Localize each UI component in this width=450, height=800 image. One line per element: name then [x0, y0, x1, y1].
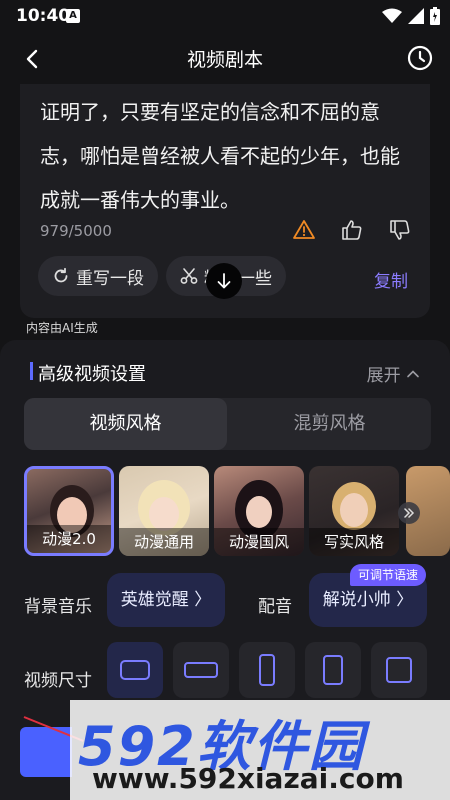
music-label: 背景音乐: [24, 597, 92, 617]
size-option[interactable]: [239, 642, 295, 698]
status-bar: 10:40 A: [0, 0, 450, 32]
speed-adjustable-badge: 可调节语速: [350, 564, 427, 586]
double-chevron-right-icon: [404, 508, 415, 518]
size-option[interactable]: [107, 642, 163, 698]
tab-video-style[interactable]: 视频风格: [24, 398, 227, 450]
more-styles-button[interactable]: [398, 502, 420, 524]
script-line: 证明了，只要有坚定的信念和不屈的意: [40, 100, 380, 124]
copy-button[interactable]: 复制: [374, 267, 408, 292]
style-label: 动漫国风: [214, 528, 304, 556]
script-line: 成就一番伟大的事业。: [40, 188, 240, 212]
style-thumbnail[interactable]: 动漫国风: [214, 466, 304, 556]
style-thumbnail[interactable]: 写实风格: [309, 466, 399, 556]
arrow-down-icon: [217, 273, 231, 289]
refresh-icon: [54, 267, 68, 283]
scissors-icon: [180, 268, 198, 284]
music-select[interactable]: 英雄觉醒 〉: [107, 573, 225, 627]
style-thumbnail[interactable]: 动漫通用: [119, 466, 209, 556]
app-bar: 视频剧本: [0, 32, 450, 84]
tab-remix-style[interactable]: 混剪风格: [228, 398, 431, 450]
section-accent-bar: [30, 362, 33, 380]
style-thumbnails: 动漫2.0 动漫通用 动漫国风 写实风格: [24, 466, 450, 558]
word-count: 979/5000: [40, 222, 112, 240]
size-option[interactable]: [173, 642, 229, 698]
voice-label: 配音: [258, 597, 292, 617]
settings-title: 高级视频设置: [38, 364, 146, 385]
status-time: 10:40: [16, 6, 71, 26]
style-label: 动漫2.0: [27, 525, 111, 553]
style-tabs: 视频风格 混剪风格: [24, 398, 431, 450]
site-watermark: 592软件园 www.592xiazai.com: [70, 700, 450, 800]
aspect-ratio-landscape-icon: [120, 660, 150, 680]
feedback-actions: [292, 218, 412, 242]
script-line: 志，哪怕是曾经被人看不起的少年，也能: [40, 144, 400, 168]
rewrite-label: 重写一段: [76, 268, 144, 289]
scroll-down-button[interactable]: [206, 263, 242, 299]
aspect-ratio-tall-icon: [323, 655, 343, 685]
aspect-ratio-wide-icon: [184, 662, 218, 678]
script-text[interactable]: 证明了，只要有坚定的信念和不屈的意 志，哪怕是曾经被人看不起的少年，也能 成就一…: [40, 90, 415, 222]
rewrite-button[interactable]: 重写一段: [38, 256, 158, 296]
size-option[interactable]: [371, 642, 427, 698]
thumbs-up-icon[interactable]: [340, 218, 364, 242]
ai-generated-notice: 内容由AI生成: [26, 321, 98, 335]
wifi-icon: [382, 8, 402, 23]
expand-label: 展开: [366, 366, 401, 386]
style-thumbnail[interactable]: 动漫2.0: [24, 466, 114, 556]
size-option[interactable]: [305, 642, 361, 698]
aspect-ratio-portrait-icon: [259, 654, 275, 686]
aspect-ratio-square-icon: [386, 657, 412, 683]
watermark-url: www.592xiazai.com: [92, 762, 404, 795]
battery-icon: [430, 7, 440, 25]
report-warning-icon[interactable]: [292, 218, 316, 242]
notification-icon: A: [66, 9, 80, 23]
size-label: 视频尺寸: [24, 671, 92, 691]
history-clock-icon[interactable]: [406, 44, 434, 72]
page-title: 视频剧本: [186, 49, 263, 71]
signal-icon: [408, 8, 424, 24]
style-label: 写实风格: [309, 528, 399, 556]
system-icons: [382, 6, 440, 26]
style-label: 动漫通用: [119, 528, 209, 556]
expand-toggle[interactable]: 展开: [367, 361, 420, 386]
thumbs-down-icon[interactable]: [388, 218, 412, 242]
chevron-up-icon: [407, 370, 419, 378]
